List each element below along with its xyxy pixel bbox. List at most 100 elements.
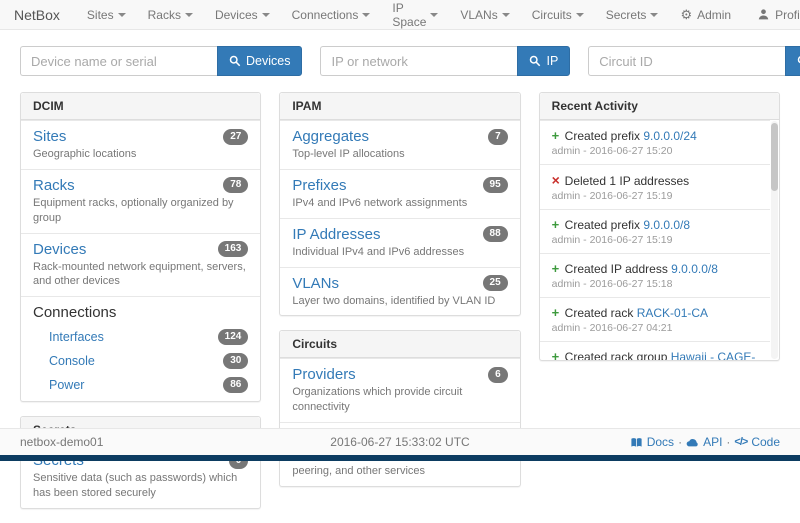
book-icon: [630, 437, 643, 448]
panel-item-description: Geographic locations: [33, 147, 248, 162]
panel-item-link[interactable]: Prefixes: [292, 177, 346, 194]
user-icon: [757, 8, 770, 21]
nav-item[interactable]: Connections: [281, 0, 382, 29]
activity-item: Created IP address 9.0.0.0/8 admin - 201…: [540, 253, 770, 297]
cloud-icon: [686, 437, 699, 448]
brand-logo[interactable]: NetBox: [14, 7, 60, 23]
panel-item-link[interactable]: VLANs: [292, 275, 339, 292]
activity-action: Created prefix: [565, 129, 644, 143]
activity-action: Created rack group: [565, 350, 671, 360]
activity-meta: admin - 2016-06-27 15:19: [552, 190, 766, 202]
admin-link[interactable]: ⚙ Admin: [669, 8, 742, 22]
activity-object-link[interactable]: RACK-01-CA: [637, 306, 708, 320]
panel-item-link[interactable]: Aggregates: [292, 128, 369, 145]
activity-action: Deleted 1 IP addresses: [565, 174, 690, 188]
chevron-down-icon: [118, 13, 126, 17]
ip-search-input[interactable]: [320, 46, 517, 76]
profile-link[interactable]: Profile: [746, 8, 800, 22]
bottom-accent-bar: [0, 455, 800, 461]
recent-activity-panel: Recent Activity Created prefix 9.0.0.0/2…: [539, 92, 780, 361]
count-badge: 30: [223, 353, 248, 369]
ipam-panel: IPAM Aggregates 7 Top-level IP allocatio…: [279, 92, 520, 316]
nav-item[interactable]: Devices: [204, 0, 281, 29]
device-search-button[interactable]: Devices: [217, 46, 302, 76]
panel-item-description: Equipment racks, optionally organized by…: [33, 196, 248, 226]
activity-scrollbar-thumb[interactable]: [771, 123, 778, 191]
recent-activity-body: Created prefix 9.0.0.0/24 admin - 2016-0…: [540, 120, 779, 360]
count-badge: 78: [223, 177, 248, 193]
nav-item[interactable]: Sites: [76, 0, 137, 29]
ip-search-button[interactable]: IP: [517, 46, 570, 76]
docs-link[interactable]: Docs: [630, 435, 674, 449]
chevron-down-icon: [650, 13, 658, 17]
ipam-item-list: Aggregates 7 Top-level IP allocations Pr…: [280, 120, 519, 315]
chevron-down-icon: [362, 13, 370, 17]
connections-list: Interfaces 124 Console 30 Power 86: [21, 325, 260, 397]
panel-item-description: Rack-mounted network equipment, servers,…: [33, 260, 248, 290]
circuits-panel: Circuits Providers 6 Organizations which…: [279, 330, 520, 486]
panel-item-description: Top-level IP allocations: [292, 147, 507, 162]
search-icon: [229, 55, 241, 67]
gear-icon: ⚙: [680, 8, 692, 21]
plus-icon: [552, 261, 565, 276]
circuit-search-button[interactable]: Circuits: [785, 46, 800, 76]
activity-action: Created prefix: [565, 218, 644, 232]
panel-item-link[interactable]: Sites: [33, 128, 66, 145]
activity-item: Created rack group Hawaii - CAGE-DH1-01 …: [540, 341, 770, 360]
activity-object-link[interactable]: 9.0.0.0/8: [643, 218, 690, 232]
plus-icon: [552, 128, 565, 143]
top-navbar: NetBox Sites Racks Devices Connections I…: [0, 0, 800, 30]
panel-item-link[interactable]: Racks: [33, 177, 75, 194]
panel-item-description: Layer two domains, identified by VLAN ID: [292, 294, 507, 309]
connections-title: Connections: [21, 304, 260, 325]
count-badge: 25: [483, 275, 508, 291]
panel-item-description: Individual IPv4 and IPv6 addresses: [292, 245, 507, 260]
circuits-panel-title: Circuits: [280, 331, 519, 358]
panel-item: Providers 6 Organizations which provide …: [280, 358, 519, 422]
connection-link[interactable]: Power: [49, 378, 84, 392]
connection-sub-item: Console 30: [21, 349, 260, 373]
panel-item: Racks 78 Equipment racks, optionally org…: [21, 169, 260, 233]
device-search-group: Devices: [20, 46, 302, 76]
chevron-down-icon: [185, 13, 193, 17]
plus-icon: [552, 217, 565, 232]
connections-section: Connections Interfaces 124 Console 30: [21, 296, 260, 401]
activity-meta: admin - 2016-06-27 15:19: [552, 234, 766, 246]
panel-item-link[interactable]: Devices: [33, 241, 86, 258]
chevron-down-icon: [576, 13, 584, 17]
code-link[interactable]: </> Code: [734, 435, 780, 449]
connection-link[interactable]: Interfaces: [49, 330, 104, 344]
chevron-down-icon: [502, 13, 510, 17]
search-icon: [529, 55, 541, 67]
api-link[interactable]: API: [686, 435, 722, 449]
delete-icon: [552, 172, 565, 188]
activity-object-link[interactable]: 9.0.0.0/8: [671, 262, 718, 276]
count-badge: 86: [223, 377, 248, 393]
nav-item[interactable]: Racks: [137, 0, 204, 29]
plus-icon: [552, 349, 565, 360]
nav-item[interactable]: Circuits: [521, 0, 595, 29]
panel-item: IP Addresses 88 Individual IPv4 and IPv6…: [280, 218, 519, 267]
search-row: Devices IP Circuits: [0, 46, 800, 76]
chevron-down-icon: [430, 13, 438, 17]
nav-menu: Sites Racks Devices Connections IP Space…: [76, 0, 670, 29]
panel-item: VLANs 25 Layer two domains, identified b…: [280, 267, 519, 316]
count-badge: 88: [483, 226, 508, 242]
connection-link[interactable]: Console: [49, 354, 95, 368]
panel-item-link[interactable]: IP Addresses: [292, 226, 380, 243]
panel-item-description: Organizations which provide circuit conn…: [292, 385, 507, 415]
activity-item: Created prefix 9.0.0.0/24 admin - 2016-0…: [540, 120, 770, 164]
nav-item[interactable]: IP Space: [381, 0, 449, 29]
circuits-item-list: Providers 6 Organizations which provide …: [280, 358, 519, 485]
panel-item-link[interactable]: Providers: [292, 366, 355, 383]
circuit-search-input[interactable]: [588, 46, 785, 76]
nav-item[interactable]: Secrets: [595, 0, 670, 29]
activity-object-link[interactable]: 9.0.0.0/24: [643, 129, 696, 143]
footer-separator: ·: [678, 435, 682, 449]
activity-meta: admin - 2016-06-27 15:20: [552, 145, 766, 157]
plus-icon: [552, 305, 565, 320]
panel-item: Prefixes 95 IPv4 and IPv6 network assign…: [280, 169, 519, 218]
device-search-input[interactable]: [20, 46, 217, 76]
activity-action: Created IP address: [565, 262, 672, 276]
nav-item[interactable]: VLANs: [449, 0, 520, 29]
